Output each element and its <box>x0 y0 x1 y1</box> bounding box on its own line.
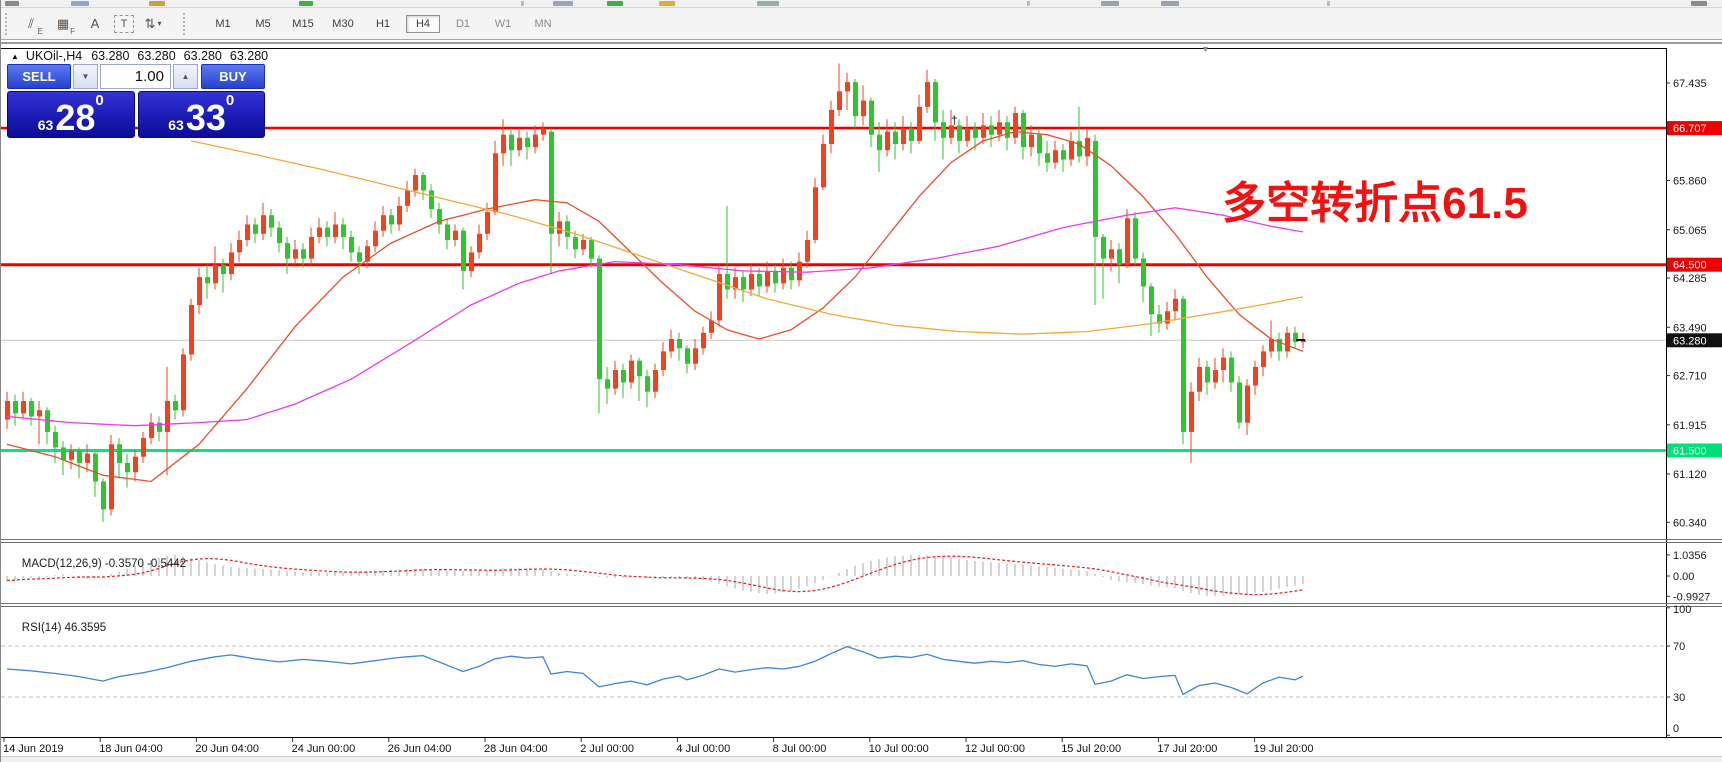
ohlc-open: 63.280 <box>91 49 130 63</box>
svg-text:66.707: 66.707 <box>1673 123 1707 135</box>
macd-value-signal: -0.5442 <box>147 558 187 570</box>
svg-text:12 Jul 00:00: 12 Jul 00:00 <box>965 743 1025 755</box>
macd-axis: 1.0356 0.00 -0.9927 <box>1666 550 1710 603</box>
volume-decrease-button[interactable]: ▼ <box>73 64 98 89</box>
ohlc-low: 63.280 <box>183 49 222 63</box>
svg-text:0.00: 0.00 <box>1673 571 1694 583</box>
svg-text:28 Jun 04:00: 28 Jun 04:00 <box>484 743 548 755</box>
pane-borders <box>1 48 1722 738</box>
ma-fast-red <box>6 130 1304 483</box>
rsi-value: 46.3595 <box>64 622 107 634</box>
svg-text:15 Jul 20:00: 15 Jul 20:00 <box>1061 743 1121 755</box>
svg-text:19 Jul 20:00: 19 Jul 20:00 <box>1254 743 1314 755</box>
rsi-axis: 100 70 30 0 <box>1666 604 1691 736</box>
svg-text:0: 0 <box>1673 723 1679 735</box>
buy-price-panel[interactable]: 63 33 0 <box>137 91 265 138</box>
macd-histogram <box>6 554 1304 597</box>
object-marker-icon[interactable]: † <box>951 113 958 127</box>
symbol-period-label: UKOil-,H4 <box>25 49 83 63</box>
svg-text:10 Jul 00:00: 10 Jul 00:00 <box>869 743 929 755</box>
price-axis[interactable]: 67.435 65.860 65.065 64.285 63.490 62.710 61.9… <box>1666 78 1722 529</box>
svg-text:17 Jul 20:00: 17 Jul 20:00 <box>1157 743 1217 755</box>
svg-text:100: 100 <box>1673 604 1691 616</box>
svg-text:60.340: 60.340 <box>1673 517 1707 529</box>
sell-price-panel[interactable]: 63 28 0 <box>7 91 135 138</box>
svg-text:1.0356: 1.0356 <box>1673 550 1707 562</box>
svg-text:61.500: 61.500 <box>1673 446 1707 458</box>
sell-price-pips: 28 <box>55 97 96 138</box>
time-axis[interactable]: 14 Jun 2019 18 Jun 04:00 20 Jun 04:00 24 Ju… <box>3 738 1314 755</box>
svg-text:64.500: 64.500 <box>1673 260 1707 272</box>
svg-text:26 Jun 04:00: 26 Jun 04:00 <box>388 743 452 755</box>
macd-value-main: -0.3570 <box>104 558 144 570</box>
svg-text:30: 30 <box>1673 692 1685 704</box>
sell-price-major: 63 <box>37 117 54 133</box>
buy-price-major: 63 <box>168 117 184 133</box>
svg-text:61.120: 61.120 <box>1673 469 1707 481</box>
macd-signal-line <box>6 555 1304 596</box>
svg-text:61.915: 61.915 <box>1673 420 1707 432</box>
svg-text:2 Jul 00:00: 2 Jul 00:00 <box>580 743 634 755</box>
svg-text:63.490: 63.490 <box>1673 322 1707 334</box>
macd-pane-label: MACD(12,26,9) -0.3570 -0.5442 <box>9 546 186 582</box>
macd-name: MACD(12,26,9) <box>21 558 102 570</box>
ohlc-high: 63.280 <box>137 49 176 63</box>
svg-text:18 Jun 04:00: 18 Jun 04:00 <box>99 743 163 755</box>
rsi-line <box>6 645 1304 696</box>
sell-price-point: 0 <box>95 92 104 109</box>
mt4-window: ⫽ E ▦ F A T ⇅ ▾ M1 M5 M15 M30 H1 H4 D1 W1 MN ▲ UKOil-,H… <box>0 0 1722 762</box>
svg-text:20 Jun 04:00: 20 Jun 04:00 <box>195 743 259 755</box>
rsi-name: RSI(14) <box>21 622 62 634</box>
svg-text:8 Jul 00:00: 8 Jul 00:00 <box>773 743 827 755</box>
buy-price-pips: 33 <box>185 97 226 138</box>
annotation-text[interactable]: 多空转折点61.5 <box>1222 179 1528 228</box>
pane-splitter[interactable] <box>1 603 1722 607</box>
volume-input[interactable]: 1.00 <box>100 64 171 89</box>
svg-text:65.065: 65.065 <box>1673 225 1707 237</box>
svg-text:14 Jun 2019: 14 Jun 2019 <box>3 743 64 755</box>
chart-title: ▲ UKOil-,H4 63.280 63.280 63.280 63.280 <box>11 49 276 63</box>
rsi-pane-label: RSI(14) 46.3595 <box>9 610 106 646</box>
buy-price-point: 0 <box>225 92 235 109</box>
chart-shift-marker-icon[interactable]: ▼ <box>1201 44 1210 54</box>
one-click-trading-panel: SELL ▼ 1.00 ▲ BUY 63 28 0 63 33 0 <box>7 64 265 138</box>
svg-text:64.285: 64.285 <box>1673 273 1707 285</box>
collapse-ohlc-icon[interactable]: ▲ <box>11 52 19 61</box>
last-price-dash <box>1296 339 1305 341</box>
svg-text:67.435: 67.435 <box>1673 78 1707 90</box>
ohlc-close: 63.280 <box>229 49 269 63</box>
svg-text:4 Jul 00:00: 4 Jul 00:00 <box>676 743 730 755</box>
svg-text:24 Jun 00:00: 24 Jun 00:00 <box>292 743 356 755</box>
buy-button[interactable]: BUY <box>201 64 265 89</box>
sell-button[interactable]: SELL <box>7 64 71 89</box>
pane-splitter[interactable] <box>1 539 1722 543</box>
svg-text:63.280: 63.280 <box>1673 335 1707 347</box>
svg-text:70: 70 <box>1673 641 1685 653</box>
svg-text:65.860: 65.860 <box>1673 176 1707 188</box>
svg-text:62.710: 62.710 <box>1673 371 1707 383</box>
svg-text:-0.9927: -0.9927 <box>1673 591 1710 603</box>
volume-increase-button[interactable]: ▲ <box>173 64 198 89</box>
